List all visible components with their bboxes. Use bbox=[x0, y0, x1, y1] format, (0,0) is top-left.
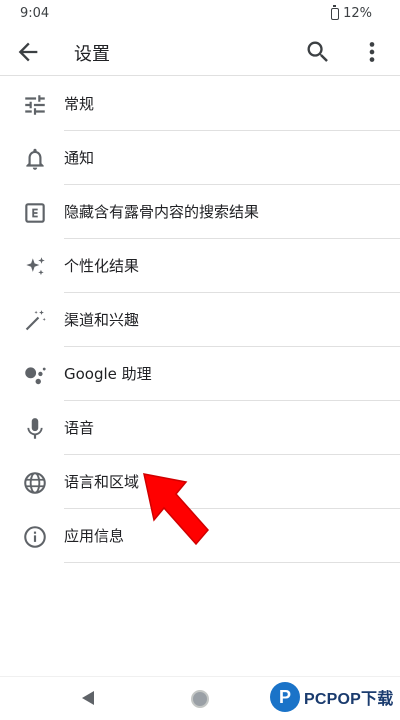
info-icon bbox=[24, 526, 46, 548]
bell-icon bbox=[26, 148, 44, 170]
settings-item-label: 渠道和兴趣 bbox=[64, 311, 140, 329]
watermark-logo: P bbox=[270, 682, 300, 712]
settings-item-personalized-results[interactable]: 个性化结果 bbox=[0, 239, 400, 293]
settings-item-label: Google 助理 bbox=[64, 365, 152, 383]
globe-icon bbox=[24, 472, 46, 494]
back-arrow-icon[interactable] bbox=[14, 38, 42, 66]
explicit-icon bbox=[25, 203, 45, 223]
sparkle-icon bbox=[26, 257, 45, 276]
assistant-icon bbox=[25, 367, 46, 385]
magic-wand-icon bbox=[25, 310, 46, 331]
settings-item-notifications[interactable]: 通知 bbox=[0, 131, 400, 185]
app-bar: 设置 bbox=[0, 28, 400, 76]
more-vert-icon[interactable] bbox=[358, 38, 386, 66]
annotation-arrow-icon bbox=[143, 473, 209, 546]
divider bbox=[64, 562, 400, 563]
settings-item-explicit-filter[interactable]: 隐藏含有露骨内容的搜索结果 bbox=[0, 185, 400, 239]
search-icon[interactable] bbox=[304, 38, 332, 66]
watermark-text: PCPOP下载 bbox=[304, 691, 394, 708]
settings-item-voice[interactable]: 语音 bbox=[0, 401, 400, 455]
microphone-icon bbox=[27, 418, 43, 439]
status-right: 12% bbox=[331, 4, 372, 21]
settings-item-label: 通知 bbox=[64, 149, 95, 167]
settings-item-label: 隐藏含有露骨内容的搜索结果 bbox=[64, 203, 260, 221]
watermark: P PCPOP下载 bbox=[270, 682, 393, 712]
tune-icon bbox=[25, 95, 45, 115]
status-bar: 9:04 12% bbox=[0, 0, 400, 28]
settings-item-label: 应用信息 bbox=[64, 527, 125, 545]
battery-icon bbox=[331, 4, 340, 20]
settings-item-label: 语言和区域 bbox=[64, 473, 140, 491]
settings-item-label: 常规 bbox=[64, 95, 95, 113]
settings-item-google-assistant[interactable]: Google 助理 bbox=[0, 347, 400, 401]
settings-item-label: 个性化结果 bbox=[64, 257, 140, 275]
status-time: 9:04 bbox=[20, 6, 50, 21]
nav-back-icon[interactable] bbox=[82, 691, 94, 705]
settings-item-channels-interests[interactable]: 渠道和兴趣 bbox=[0, 293, 400, 347]
page-title: 设置 bbox=[74, 44, 110, 65]
nav-home-icon[interactable] bbox=[191, 690, 209, 708]
battery-level: 12% bbox=[343, 6, 372, 21]
settings-item-general[interactable]: 常规 bbox=[0, 77, 400, 131]
settings-item-label: 语音 bbox=[64, 419, 95, 437]
